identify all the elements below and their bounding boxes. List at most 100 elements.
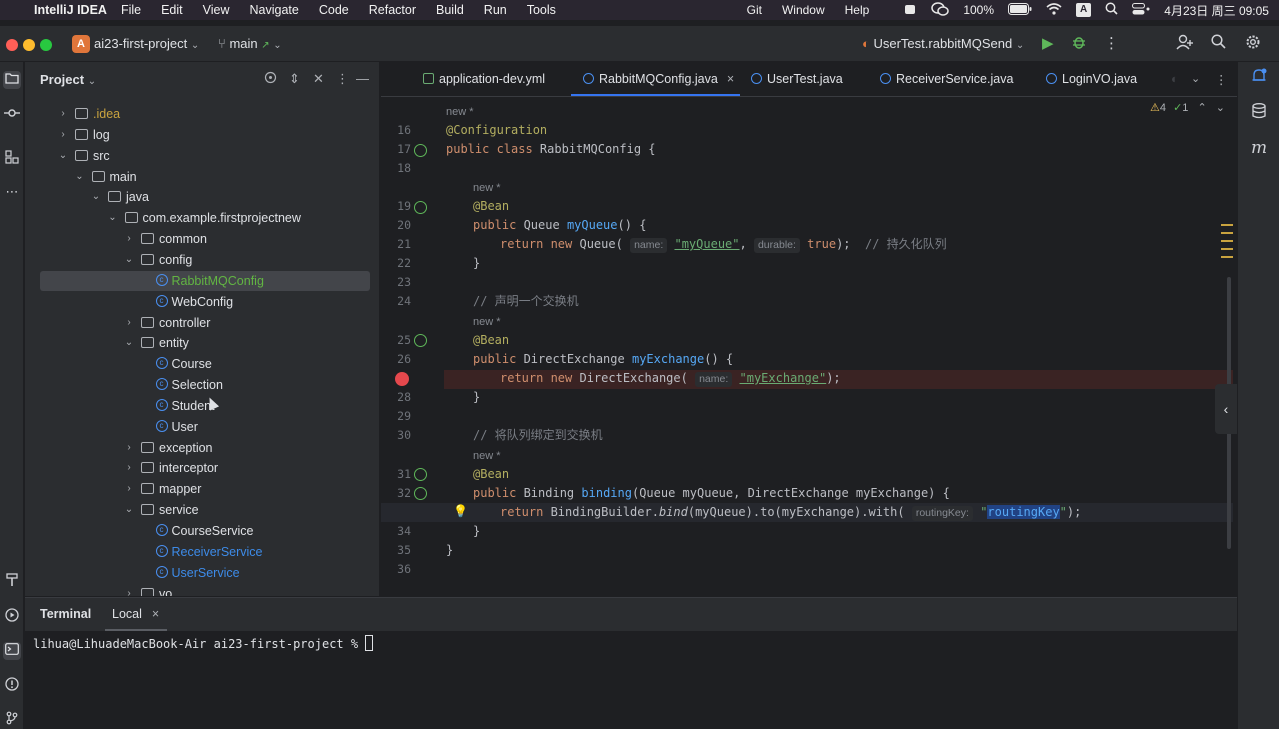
commit-tool-icon[interactable] <box>3 105 21 123</box>
tree-item-config[interactable]: ⌄ config <box>25 250 379 270</box>
line-number[interactable]: 28 <box>381 388 411 407</box>
chevron-down-icon[interactable]: ⌄ <box>123 250 135 270</box>
tree-item-rabbitmqconfig[interactable]: c RabbitMQConfig <box>40 270 370 291</box>
project-tool-icon[interactable] <box>3 71 21 89</box>
options-menu-icon[interactable]: ⋮ <box>336 71 349 87</box>
line-number[interactable]: 23 <box>381 273 411 292</box>
run-icon[interactable]: ▶ <box>1042 34 1054 52</box>
menu-refactor[interactable]: Refactor <box>369 3 416 17</box>
problems-icon[interactable] <box>3 677 21 695</box>
author-inlay-hint[interactable]: new * <box>473 448 501 464</box>
app-name-menu[interactable]: IntelliJ IDEA <box>34 3 107 17</box>
spring-bean-gutter-icon[interactable] <box>414 144 427 157</box>
wechat-icon[interactable] <box>931 1 950 19</box>
line-number[interactable]: 16 <box>381 121 411 140</box>
line-number[interactable]: 20 <box>381 216 411 235</box>
warning-stripe-marker[interactable] <box>1221 248 1233 250</box>
tab-loginvo-java[interactable]: LoginVO.java <box>1046 72 1137 86</box>
tree-item-controller[interactable]: › controller <box>25 313 379 333</box>
tree-item-java[interactable]: ⌄ java <box>25 187 379 207</box>
spring-bean-gutter-icon[interactable] <box>414 334 427 347</box>
chevron-down-icon[interactable]: ⌄ <box>123 500 135 520</box>
line-number[interactable]: 35 <box>381 541 411 560</box>
tab-receiverservice-java[interactable]: ReceiverService.java <box>880 72 1013 86</box>
chevron-right-icon[interactable]: › <box>123 479 135 499</box>
menu-view[interactable]: View <box>203 3 230 17</box>
close-tab-icon[interactable]: × <box>727 72 734 86</box>
warning-stripe-marker[interactable] <box>1221 240 1233 242</box>
chevron-down-icon[interactable]: ⌄ <box>90 187 102 207</box>
tree-item-service[interactable]: ⌄ service <box>25 500 379 520</box>
line-number[interactable]: 18 <box>381 159 411 178</box>
line-number[interactable]: 36 <box>381 560 411 579</box>
line-number[interactable]: 31 <box>381 465 411 484</box>
collapse-all-icon[interactable]: ✕ <box>313 71 324 87</box>
line-number[interactable]: 29 <box>381 407 411 426</box>
tab-application-dev-yml[interactable]: application-dev.yml <box>423 72 545 86</box>
structure-tool-icon[interactable] <box>3 150 21 168</box>
spotlight-search-icon[interactable] <box>1105 2 1118 18</box>
chevron-right-icon[interactable]: › <box>57 104 69 124</box>
add-user-icon[interactable] <box>1176 34 1194 54</box>
chevron-down-icon[interactable]: ⌄ <box>74 167 86 187</box>
tab-options-icon[interactable]: ⋮ <box>1215 72 1228 87</box>
tree-item-webconfig[interactable]: c WebConfig <box>25 292 379 312</box>
inspection-widget[interactable]: ⚠4 ✓1 ⌃ ⌄ <box>1150 101 1225 114</box>
debug-icon[interactable] <box>1071 34 1087 54</box>
dropbox-icon[interactable] <box>903 2 917 19</box>
input-method-icon[interactable]: A <box>1076 3 1092 17</box>
menu-run[interactable]: Run <box>484 3 507 17</box>
tree-item-main[interactable]: ⌄ main <box>25 167 379 187</box>
vcs-branch-switcher[interactable]: ⑂ main ↗ ⌄ <box>218 36 282 51</box>
line-number[interactable]: 19 <box>381 197 411 216</box>
spring-bean-gutter-icon[interactable] <box>414 201 427 214</box>
project-switcher[interactable]: ai23-first-project ⌄ <box>94 36 199 51</box>
select-opened-file-icon[interactable] <box>264 71 277 87</box>
chevron-right-icon[interactable]: › <box>123 313 135 333</box>
close-tab-icon[interactable]: × <box>152 607 159 621</box>
spring-bean-gutter-icon[interactable] <box>414 468 427 481</box>
chevron-down-icon[interactable]: ⌄ <box>1216 102 1225 114</box>
terminal-tool-icon[interactable] <box>3 642 21 660</box>
line-number[interactable]: 17 <box>381 140 411 159</box>
chevron-right-icon[interactable]: › <box>57 125 69 145</box>
expand-all-icon[interactable]: ⇕ <box>289 71 300 87</box>
warning-stripe-marker[interactable] <box>1221 224 1233 226</box>
control-center-icon[interactable] <box>1132 2 1150 18</box>
wifi-icon[interactable] <box>1046 2 1062 18</box>
close-window-button[interactable] <box>6 39 18 51</box>
notifications-bell-icon[interactable] <box>1248 68 1270 90</box>
tree-item-student[interactable]: c Student <box>25 396 379 416</box>
hide-panel-icon[interactable]: — <box>356 71 369 86</box>
tree-item-courseservice[interactable]: c CourseService <box>25 521 379 541</box>
tab-overflow-partial[interactable]: ◐ <box>1171 72 1179 86</box>
author-inlay-hint[interactable]: new * <box>473 314 501 330</box>
line-number[interactable]: 26 <box>381 350 411 369</box>
menu-window[interactable]: Window <box>782 3 825 17</box>
run-configuration-selector[interactable]: ◐ UserTest.rabbitMQSend ⌄ <box>862 36 1024 51</box>
tab-list-dropdown-icon[interactable]: ⌄ <box>1191 72 1200 85</box>
tree-item-receiverservice[interactable]: c ReceiverService <box>25 542 379 562</box>
line-number[interactable]: 22 <box>381 254 411 273</box>
tree-item-exception[interactable]: › exception <box>25 438 379 458</box>
tree-item-interceptor[interactable]: › interceptor <box>25 458 379 478</box>
chevron-right-icon[interactable]: › <box>123 229 135 249</box>
chevron-down-icon[interactable]: ⌄ <box>107 208 119 228</box>
spring-bean-gutter-icon[interactable] <box>414 487 427 500</box>
warning-stripe-marker[interactable] <box>1221 256 1233 258</box>
tree-item--idea[interactable]: › .idea <box>25 104 379 124</box>
author-inlay-hint[interactable]: new * <box>446 104 474 120</box>
author-inlay-hint[interactable]: new * <box>473 180 501 196</box>
tree-item-src[interactable]: ⌄ src <box>25 146 379 166</box>
more-tool-windows-icon[interactable]: ⋯ <box>3 183 21 201</box>
menu-help[interactable]: Help <box>845 3 870 17</box>
menu-navigate[interactable]: Navigate <box>250 3 299 17</box>
tree-item-course[interactable]: c Course <box>25 354 379 374</box>
terminal-tab-local[interactable]: Local × <box>112 607 159 621</box>
chevron-right-icon[interactable]: › <box>123 458 135 478</box>
menu-build[interactable]: Build <box>436 3 464 17</box>
line-number[interactable]: 21 <box>381 235 411 254</box>
minimize-window-button[interactable] <box>23 39 35 51</box>
services-run-icon[interactable] <box>3 608 21 626</box>
code-editor[interactable]: 1617181920212223242526282930313233343536… <box>381 97 1237 596</box>
